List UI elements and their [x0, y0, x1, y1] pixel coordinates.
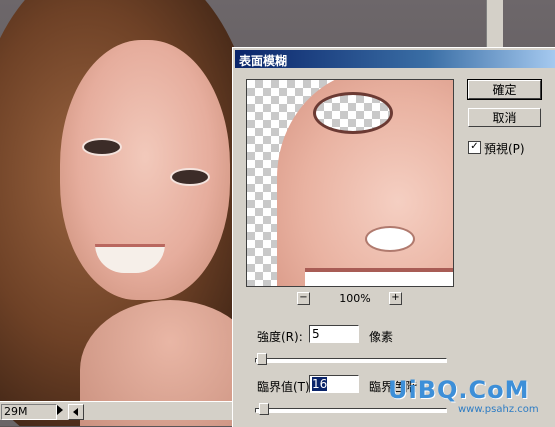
preview-checkbox[interactable]: ✓ — [468, 141, 481, 154]
right-eye — [170, 168, 210, 186]
surface-blur-dialog: 表面模糊 − 100% + 確定 取消 ✓ 預視(P) 強度(R): 5 像素 … — [232, 47, 555, 427]
watermark-logo: UiBQ.CoM — [388, 376, 530, 404]
status-menu-arrow-icon[interactable] — [57, 405, 63, 415]
dialog-titlebar[interactable]: 表面模糊 — [235, 50, 555, 68]
ok-button[interactable]: 確定 — [467, 79, 542, 100]
preview-window[interactable] — [246, 79, 454, 287]
threshold-slider[interactable] — [255, 408, 447, 413]
preview-checkbox-label: 預視(P) — [484, 142, 525, 156]
doc-size-field: 29M — [1, 404, 57, 420]
preview-mouth — [305, 268, 453, 286]
threshold-input[interactable]: 16 — [309, 375, 359, 393]
left-eye — [82, 138, 122, 156]
radius-label: 強度(R): — [257, 330, 303, 344]
zoom-controls: − 100% + — [297, 292, 407, 306]
threshold-slider-thumb[interactable] — [259, 403, 269, 415]
threshold-value: 16 — [312, 377, 328, 391]
zoom-in-button[interactable]: + — [389, 292, 402, 305]
radius-input[interactable]: 5 — [309, 325, 359, 343]
zoom-out-button[interactable]: − — [297, 292, 310, 305]
preview-eye — [313, 92, 393, 134]
scroll-left-arrow-icon[interactable] — [68, 404, 84, 420]
radius-unit: 像素 — [369, 330, 394, 344]
status-bar: 29M — [0, 401, 232, 420]
zoom-level: 100% — [339, 292, 371, 305]
watermark-url: www.psahz.com — [458, 404, 539, 415]
threshold-label: 臨界值(T): — [257, 380, 314, 394]
preview-nostril — [365, 226, 415, 252]
radius-slider[interactable] — [255, 358, 447, 363]
cancel-button[interactable]: 取消 — [468, 108, 541, 127]
canvas-vertical-scrollbar[interactable] — [486, 0, 503, 50]
dialog-title: 表面模糊 — [239, 54, 288, 68]
radius-slider-thumb[interactable] — [257, 353, 267, 365]
